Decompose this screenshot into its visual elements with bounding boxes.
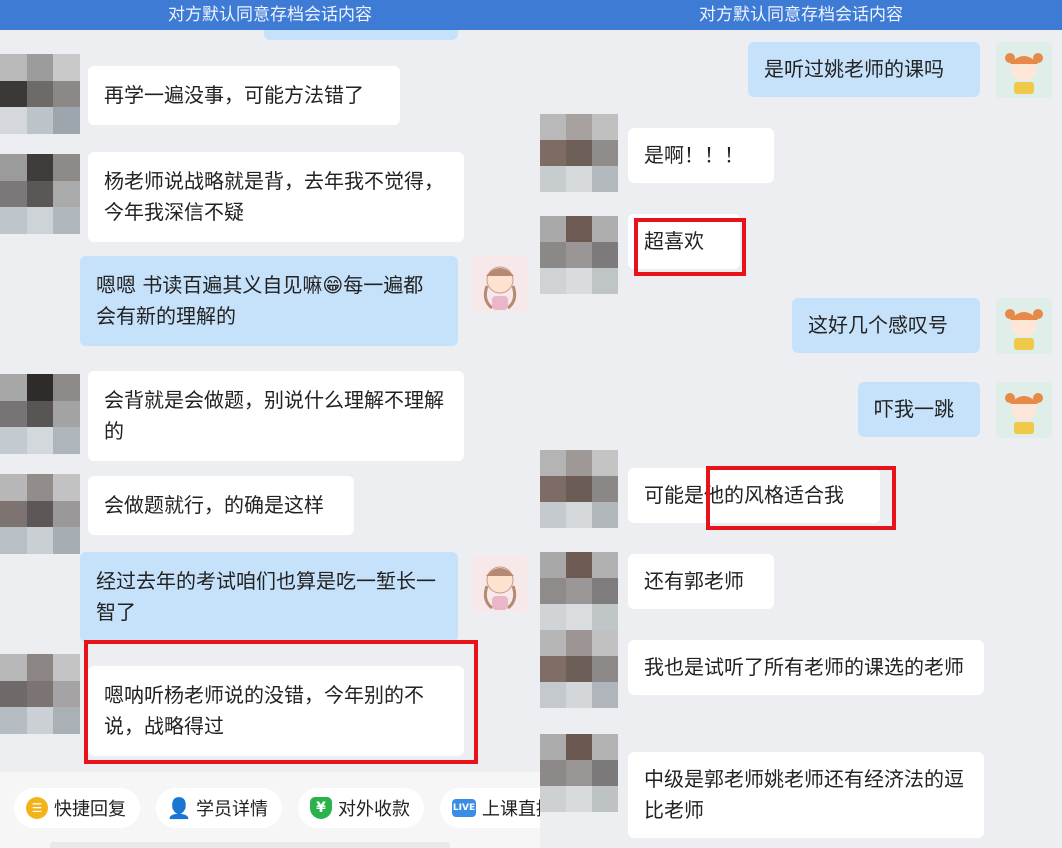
student-detail-label: 学员详情 (196, 799, 268, 820)
quick-reply-icon: ☰ (26, 797, 48, 819)
contact-avatar[interactable] (540, 114, 618, 192)
incoming-message[interactable]: 会做题就行，的确是这样 (88, 476, 354, 535)
incoming-message[interactable]: 会背就是会做题，别说什么理解不理解的 (88, 371, 464, 461)
right-chat-panel: 对方默认同意存档会话内容 是听过姚老师的课吗 是啊！！！ 超喜欢 这好几个感叹号 (540, 0, 1062, 848)
outgoing-message[interactable]: 经过去年的考试咱们也算是吃一堑长一智了 (80, 552, 458, 642)
incoming-message[interactable]: 再学一遍没事，可能方法错了 (88, 66, 400, 125)
contact-avatar[interactable] (540, 734, 618, 812)
previous-bubble-edge (264, 30, 458, 40)
student-detail-icon: 👤 (166, 796, 192, 820)
incoming-message[interactable]: 中级是郭老师姚老师还有经济法的逗比老师 (628, 752, 984, 838)
incoming-message[interactable]: 是啊！！！ (628, 128, 774, 183)
archive-notice-banner: 对方默认同意存档会话内容 (0, 0, 540, 30)
contact-avatar[interactable] (540, 450, 618, 528)
outgoing-message[interactable]: 这好几个感叹号 (792, 298, 980, 353)
outgoing-message[interactable]: 是听过姚老师的课吗 (748, 42, 980, 97)
agent-avatar[interactable] (996, 382, 1052, 438)
contact-avatar[interactable] (0, 154, 80, 234)
highlight-box (706, 466, 896, 530)
incoming-message[interactable]: 杨老师说战略就是背，去年我不觉得，今年我深信不疑 (88, 152, 464, 242)
incoming-message[interactable]: 我也是试听了所有老师的课选的老师 (628, 640, 984, 695)
live-icon: LIVE (452, 799, 476, 817)
agent-avatar[interactable] (472, 556, 528, 612)
contact-avatar[interactable] (0, 654, 80, 734)
contact-avatar[interactable] (540, 216, 618, 294)
outgoing-message[interactable]: 嗯嗯 书读百遍其义自见嘛😁每一遍都会有新的理解的 (80, 256, 458, 346)
payment-button[interactable]: ¥ 对外收款 (298, 788, 424, 828)
agent-avatar[interactable] (996, 42, 1052, 98)
contact-avatar[interactable] (0, 54, 80, 134)
agent-avatar[interactable] (472, 256, 528, 312)
agent-avatar[interactable] (996, 298, 1052, 354)
outgoing-message[interactable]: 吓我一跳 (858, 382, 980, 437)
left-chat-panel: 对方默认同意存档会话内容 再学一遍没事，可能方法错了 杨老师说战略就是背，去年我… (0, 0, 540, 848)
input-area-edge (50, 842, 450, 848)
contact-avatar[interactable] (0, 474, 80, 554)
incoming-message[interactable]: 还有郭老师 (628, 554, 774, 609)
quick-reply-label: 快捷回复 (54, 799, 126, 820)
quick-action-bar: ☰ 快捷回复 👤 学员详情 ¥ 对外收款 LIVE 上课直播 (0, 772, 540, 848)
highlight-box (634, 218, 746, 276)
contact-avatar[interactable] (540, 630, 618, 708)
quick-reply-button[interactable]: ☰ 快捷回复 (14, 788, 140, 828)
contact-avatar[interactable] (540, 552, 618, 630)
contact-avatar[interactable] (0, 374, 80, 454)
student-detail-button[interactable]: 👤 学员详情 (156, 788, 282, 828)
highlight-box (84, 640, 478, 764)
payment-icon: ¥ (310, 797, 332, 819)
archive-notice-banner: 对方默认同意存档会话内容 (540, 0, 1062, 30)
live-class-button[interactable]: LIVE 上课直播 (440, 788, 540, 828)
payment-label: 对外收款 (338, 799, 410, 820)
live-class-label: 上课直播 (482, 799, 540, 820)
